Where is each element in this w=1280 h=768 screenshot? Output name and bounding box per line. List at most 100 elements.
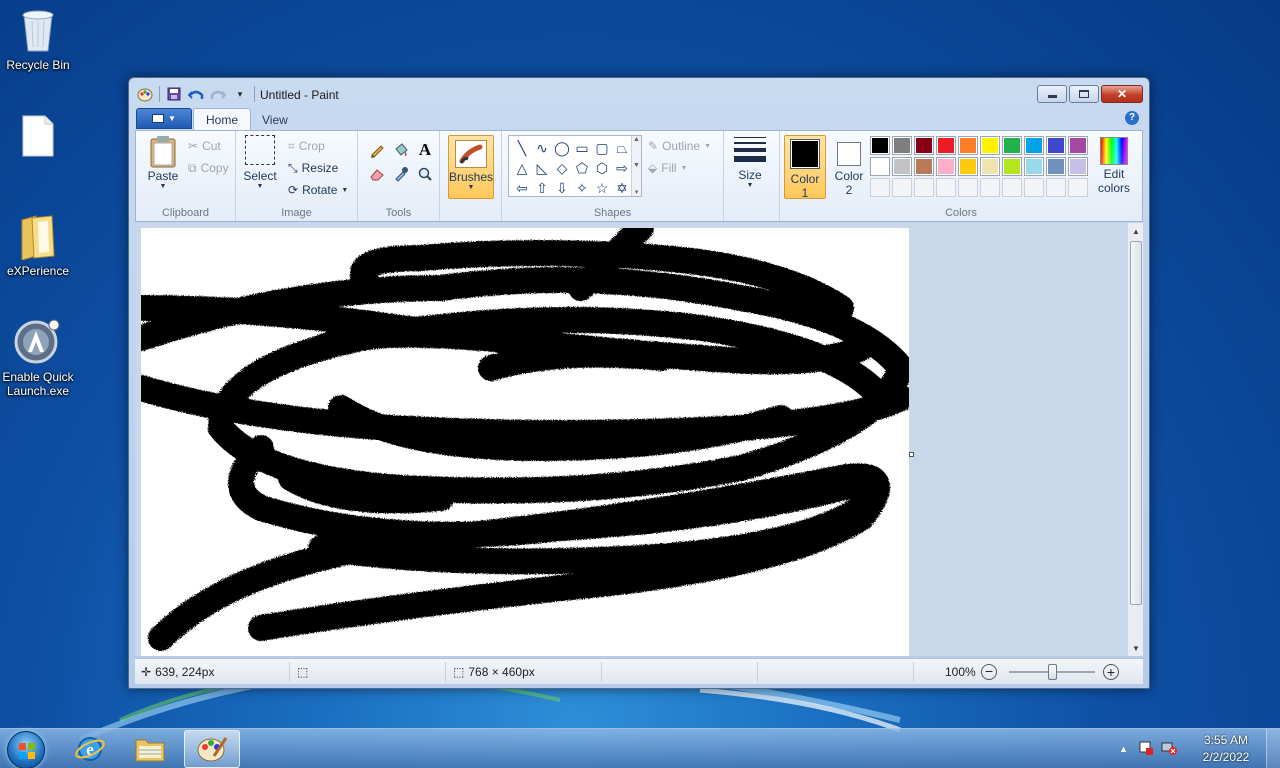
palette-swatch[interactable] xyxy=(1024,157,1044,176)
zoom-in-icon[interactable]: + xyxy=(1103,664,1119,680)
pentagon-shape-icon[interactable]: ⬠ xyxy=(572,158,592,178)
palette-swatch[interactable] xyxy=(892,136,912,155)
right-arrow-shape-icon[interactable]: ⇨ xyxy=(612,158,632,178)
crop-button[interactable]: ⌗ Crop xyxy=(288,137,325,155)
palette-swatch[interactable] xyxy=(914,157,934,176)
palette-swatch[interactable] xyxy=(1046,157,1066,176)
palette-swatch[interactable] xyxy=(870,157,890,176)
save-icon[interactable] xyxy=(166,86,182,102)
palette-swatch[interactable] xyxy=(1002,136,1022,155)
line-shape-icon[interactable]: ╲ xyxy=(512,138,532,158)
copy-button[interactable]: ⧉ Copy xyxy=(188,159,229,177)
oval-shape-icon[interactable]: ◯ xyxy=(552,138,572,158)
outline-button[interactable]: ✎ Outline ▼ xyxy=(648,137,711,155)
scroll-down-icon[interactable]: ▼ xyxy=(1128,640,1144,656)
palette-swatch[interactable] xyxy=(980,136,1000,155)
color-picker-icon[interactable] xyxy=(390,163,412,185)
clock[interactable]: 3:55 AM 2/2/2022 xyxy=(1186,732,1266,766)
rounded-rectangle-shape-icon[interactable]: ▢ xyxy=(592,138,612,158)
zoom-slider-thumb[interactable] xyxy=(1048,664,1057,680)
down-arrow-shape-icon[interactable]: ⇩ xyxy=(552,178,572,198)
maximize-button[interactable] xyxy=(1069,85,1099,103)
palette-swatch[interactable] xyxy=(958,136,978,155)
canvas-resize-handle[interactable] xyxy=(909,452,914,457)
paint-app-icon[interactable] xyxy=(137,86,153,102)
palette-swatch[interactable] xyxy=(1024,136,1044,155)
paste-button[interactable]: Paste ▼ xyxy=(142,135,184,190)
palette-swatch[interactable] xyxy=(980,157,1000,176)
palette-swatch[interactable] xyxy=(914,136,934,155)
palette-swatch[interactable] xyxy=(1002,178,1022,197)
size-button[interactable]: Size ▼ xyxy=(730,137,770,189)
undo-icon[interactable] xyxy=(188,86,204,102)
magnifier-icon[interactable] xyxy=(414,163,436,185)
color2-button[interactable]: Color 2 xyxy=(830,135,868,197)
hexagon-shape-icon[interactable]: ⬡ xyxy=(592,158,612,178)
desktop-icon-experience[interactable]: eXPerience xyxy=(0,212,76,278)
edit-colors-button[interactable]: Edit colors xyxy=(1094,137,1134,195)
palette-swatch[interactable] xyxy=(1068,178,1088,197)
zoom-slider-track[interactable] xyxy=(1009,664,1095,680)
action-center-icon[interactable] xyxy=(1138,740,1154,759)
redo-icon[interactable] xyxy=(210,86,226,102)
paint-menu-button[interactable]: ▼ xyxy=(136,108,192,129)
taskbar-explorer[interactable] xyxy=(122,730,178,768)
curve-shape-icon[interactable]: ∿ xyxy=(532,138,552,158)
palette-swatch[interactable] xyxy=(936,157,956,176)
resize-button[interactable]: ⤡ Resize xyxy=(288,159,338,177)
tab-view[interactable]: View xyxy=(250,108,300,131)
minimize-button[interactable] xyxy=(1037,85,1067,103)
palette-swatch[interactable] xyxy=(1046,178,1066,197)
fill-button[interactable]: ⬙ Fill ▼ xyxy=(648,159,688,177)
desktop-icon-recycle-bin[interactable]: Recycle Bin xyxy=(0,6,76,72)
right-triangle-shape-icon[interactable]: ◺ xyxy=(532,158,552,178)
shapes-scrollbar[interactable]: ▲ ▼ ▾ xyxy=(631,136,641,196)
close-button[interactable]: ✕ xyxy=(1101,85,1143,103)
drawing-canvas[interactable] xyxy=(141,228,909,656)
show-desktop-button[interactable] xyxy=(1266,729,1280,768)
customize-qat-icon[interactable]: ▾ xyxy=(232,86,248,102)
scroll-thumb[interactable] xyxy=(1130,241,1142,605)
tab-home[interactable]: Home xyxy=(193,108,252,131)
desktop-icon-file[interactable] xyxy=(0,112,76,164)
vertical-scrollbar[interactable]: ▲ ▼ xyxy=(1127,223,1143,656)
show-hidden-icons-icon[interactable]: ▲ xyxy=(1119,744,1128,754)
six-point-star-shape-icon[interactable]: ✡ xyxy=(612,178,632,198)
diamond-shape-icon[interactable]: ◇ xyxy=(552,158,572,178)
palette-swatch[interactable] xyxy=(1068,136,1088,155)
taskbar-paint[interactable] xyxy=(184,730,240,768)
palette-swatch[interactable] xyxy=(958,178,978,197)
four-point-star-shape-icon[interactable]: ✧ xyxy=(572,178,592,198)
palette-swatch[interactable] xyxy=(936,136,956,155)
palette-swatch[interactable] xyxy=(1024,178,1044,197)
start-button[interactable] xyxy=(7,731,45,768)
polygon-shape-icon[interactable]: ⏢ xyxy=(612,138,632,158)
five-point-star-shape-icon[interactable]: ☆ xyxy=(592,178,612,198)
pencil-icon[interactable] xyxy=(366,139,388,161)
rectangle-shape-icon[interactable]: ▭ xyxy=(572,138,592,158)
select-button[interactable]: Select ▼ xyxy=(242,135,278,190)
palette-swatch[interactable] xyxy=(892,157,912,176)
palette-swatch[interactable] xyxy=(1068,157,1088,176)
triangle-shape-icon[interactable]: △ xyxy=(512,158,532,178)
palette-swatch[interactable] xyxy=(980,178,1000,197)
palette-swatch[interactable] xyxy=(1046,136,1066,155)
zoom-out-icon[interactable]: − xyxy=(981,664,997,680)
rotate-button[interactable]: ⟳ Rotate ▼ xyxy=(288,181,348,199)
cut-button[interactable]: ✂ Cut xyxy=(188,137,221,155)
text-icon[interactable]: A xyxy=(414,139,436,161)
palette-swatch[interactable] xyxy=(914,178,934,197)
scroll-up-icon[interactable]: ▲ xyxy=(1128,223,1144,239)
help-icon[interactable]: ? xyxy=(1125,111,1139,125)
fill-bucket-icon[interactable] xyxy=(390,139,412,161)
palette-swatch[interactable] xyxy=(870,178,890,197)
palette-swatch[interactable] xyxy=(936,178,956,197)
palette-swatch[interactable] xyxy=(892,178,912,197)
eraser-icon[interactable] xyxy=(366,163,388,185)
color1-button[interactable]: Color 1 xyxy=(784,135,826,200)
left-arrow-shape-icon[interactable]: ⇦ xyxy=(512,178,532,198)
network-disconnected-icon[interactable] xyxy=(1160,740,1178,759)
brushes-button[interactable]: Brushes ▼ xyxy=(448,135,494,199)
taskbar-internet-explorer[interactable]: e xyxy=(62,730,118,768)
palette-swatch[interactable] xyxy=(870,136,890,155)
